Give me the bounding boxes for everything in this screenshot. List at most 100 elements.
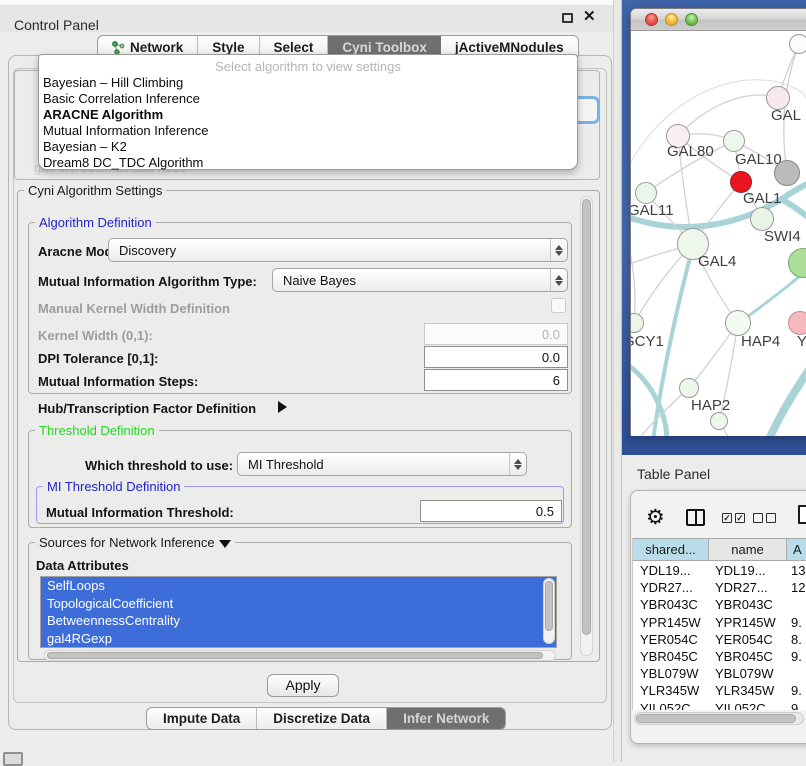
which-threshold-combo[interactable]: MI Threshold bbox=[237, 452, 527, 476]
data-attributes-list[interactable]: SelfLoopsTopologicalCoefficientBetweenne… bbox=[40, 576, 557, 648]
table-cell: YBL079W bbox=[709, 665, 787, 682]
combo-stepper-icon bbox=[550, 239, 567, 261]
node-label: HAP4 bbox=[741, 333, 780, 350]
mi-threshold-label: Mutual Information Threshold: bbox=[46, 505, 234, 520]
node[interactable] bbox=[710, 412, 728, 430]
control-panel-titlebar: Control Panel bbox=[0, 6, 613, 32]
tab-infer-network[interactable]: Infer Network bbox=[387, 708, 505, 729]
column-header[interactable]: name bbox=[709, 539, 787, 560]
data-attributes-label: Data Attributes bbox=[36, 558, 129, 573]
mi-steps-field[interactable]: 6 bbox=[424, 369, 568, 391]
mi-threshold-field[interactable]: 0.5 bbox=[420, 500, 562, 522]
dropdown-item[interactable]: Dream8 DC_TDC Algorithm bbox=[43, 155, 573, 171]
expand-right-icon[interactable] bbox=[278, 401, 287, 413]
kernel-width-label: Kernel Width (0,1): bbox=[38, 328, 153, 343]
table-header-row: shared...nameA bbox=[633, 538, 806, 561]
table-cell bbox=[787, 596, 806, 613]
apply-button[interactable]: Apply bbox=[267, 674, 339, 697]
manual-kernel-checkbox[interactable] bbox=[551, 298, 566, 313]
table-cell: YIL052C bbox=[709, 700, 787, 711]
node[interactable] bbox=[789, 34, 806, 54]
zoom-traffic-light-icon[interactable] bbox=[685, 13, 698, 26]
network-canvas[interactable]: GALGAL80GAL10GAL1GAL11SWI4GAL4GCY1HAP4YH… bbox=[631, 31, 806, 436]
table-cell bbox=[787, 665, 806, 682]
algorithm-dropdown-popup: Select algorithm to view settings Bayesi… bbox=[38, 54, 578, 170]
table-row[interactable]: YBL079WYBL079W bbox=[633, 665, 806, 682]
tab-impute-data[interactable]: Impute Data bbox=[147, 708, 257, 729]
table-cell: YDL19... bbox=[633, 562, 709, 579]
table-cell: 9. bbox=[787, 682, 806, 699]
dock-panel-icon[interactable] bbox=[3, 752, 23, 766]
table-row[interactable]: YBR043CYBR043C bbox=[633, 596, 806, 613]
tab-discretize-data[interactable]: Discretize Data bbox=[257, 708, 387, 729]
table-cell: YER054C bbox=[633, 631, 709, 648]
minimize-traffic-light-icon[interactable] bbox=[665, 13, 678, 26]
table-cell: YBR045C bbox=[709, 648, 787, 665]
node-y[interactable] bbox=[788, 311, 806, 335]
dropdown-item-list: Bayesian – Hill ClimbingBasic Correlatio… bbox=[43, 75, 573, 172]
algorithm-definition-title: Algorithm Definition bbox=[35, 215, 156, 230]
dropdown-item[interactable]: Basic Correlation Inference bbox=[43, 91, 573, 107]
tab-label: Cyni Toolbox bbox=[342, 40, 427, 55]
table-cell: 8. bbox=[787, 631, 806, 648]
table-row[interactable]: YBR045CYBR045C9. bbox=[633, 648, 806, 665]
unchecked-checkbox-icon[interactable] bbox=[753, 513, 763, 523]
dropdown-placeholder: Select algorithm to view settings bbox=[39, 59, 577, 74]
node-label: GAL bbox=[771, 107, 801, 124]
table-hscrollbar[interactable] bbox=[634, 712, 804, 725]
node-label: GAL11 bbox=[631, 202, 674, 219]
table-cell: YLR345W bbox=[709, 682, 787, 699]
node-label: HAP2 bbox=[691, 397, 730, 414]
settings-scrollbar[interactable] bbox=[580, 196, 593, 656]
node[interactable] bbox=[774, 160, 800, 186]
table-cell: YBR043C bbox=[709, 596, 787, 613]
dropdown-item[interactable]: Mutual Information Inference bbox=[43, 123, 573, 139]
table-row[interactable]: YPR145WYPR145W9. bbox=[633, 614, 806, 631]
attributes-scrollbar[interactable] bbox=[543, 578, 555, 644]
gear-icon[interactable]: ⚙ bbox=[646, 505, 665, 530]
dropdown-item[interactable]: Bayesian – K2 bbox=[43, 139, 573, 155]
table-body: YDL19...YDL19...13YDR27...YDR27...12YBR0… bbox=[633, 562, 806, 710]
network-view-window[interactable]: GALGAL80GAL10GAL1GAL11SWI4GAL4GCY1HAP4YH… bbox=[630, 8, 806, 435]
node-label: GAL10 bbox=[735, 151, 782, 168]
node-gal11[interactable] bbox=[635, 182, 657, 204]
mi-type-combo[interactable]: Naive Bayes bbox=[272, 268, 568, 292]
table-row[interactable]: YDR27...YDR27...12 bbox=[633, 579, 806, 596]
table-cell: YLR345W bbox=[633, 682, 709, 699]
node-label: GCY1 bbox=[631, 333, 664, 350]
columns-icon[interactable] bbox=[686, 509, 705, 526]
unchecked-checkbox-icon[interactable] bbox=[766, 513, 776, 523]
kernel-width-field[interactable]: 0.0 bbox=[424, 323, 568, 345]
dpi-tolerance-field[interactable]: 0.0 bbox=[424, 346, 568, 368]
float-window-icon[interactable] bbox=[562, 13, 573, 23]
mi-type-label: Mutual Information Algorithm Type: bbox=[38, 274, 257, 289]
attribute-item[interactable]: TopologicalCoefficient bbox=[41, 595, 556, 613]
panel-divider[interactable] bbox=[613, 0, 622, 762]
column-header[interactable]: shared... bbox=[633, 539, 709, 560]
table-row[interactable]: YDL19...YDL19...13 bbox=[633, 562, 806, 579]
table-row[interactable]: YLR345WYLR345W9. bbox=[633, 682, 806, 699]
attribute-item[interactable]: BetweennessCentrality bbox=[41, 612, 556, 630]
attributes-hscrollbar[interactable] bbox=[44, 650, 556, 661]
checked-checkbox-icon[interactable]: ✓ bbox=[722, 513, 732, 523]
close-icon[interactable]: ✕ bbox=[583, 7, 596, 25]
node-table[interactable]: shared...nameA YDL19...YDL19...13YDR27..… bbox=[632, 538, 806, 710]
table-cell: YBL079W bbox=[633, 665, 709, 682]
aracne-mode-combo[interactable]: Discovery bbox=[108, 238, 568, 262]
attribute-item[interactable]: SelfLoops bbox=[41, 577, 556, 595]
dropdown-item[interactable]: Bayesian – Hill Climbing bbox=[43, 75, 573, 91]
node-hap2[interactable] bbox=[679, 378, 699, 398]
table-row[interactable]: YIL052CYIL052C9 bbox=[633, 700, 806, 711]
node-gal10[interactable] bbox=[723, 130, 745, 152]
checked-checkbox-icon[interactable]: ✓ bbox=[735, 513, 745, 523]
network-window-titlebar[interactable] bbox=[631, 9, 806, 31]
column-header[interactable]: A bbox=[787, 539, 806, 560]
node-label: GAL4 bbox=[698, 253, 736, 270]
document-icon[interactable] bbox=[798, 505, 806, 524]
close-traffic-light-icon[interactable] bbox=[645, 13, 658, 26]
table-cell: YBR043C bbox=[633, 596, 709, 613]
table-panel-title: Table Panel bbox=[637, 466, 710, 482]
table-row[interactable]: YER054CYER054C8. bbox=[633, 631, 806, 648]
attribute-item[interactable]: gal4RGexp bbox=[41, 630, 556, 648]
dropdown-item[interactable]: ARACNE Algorithm bbox=[43, 107, 573, 123]
